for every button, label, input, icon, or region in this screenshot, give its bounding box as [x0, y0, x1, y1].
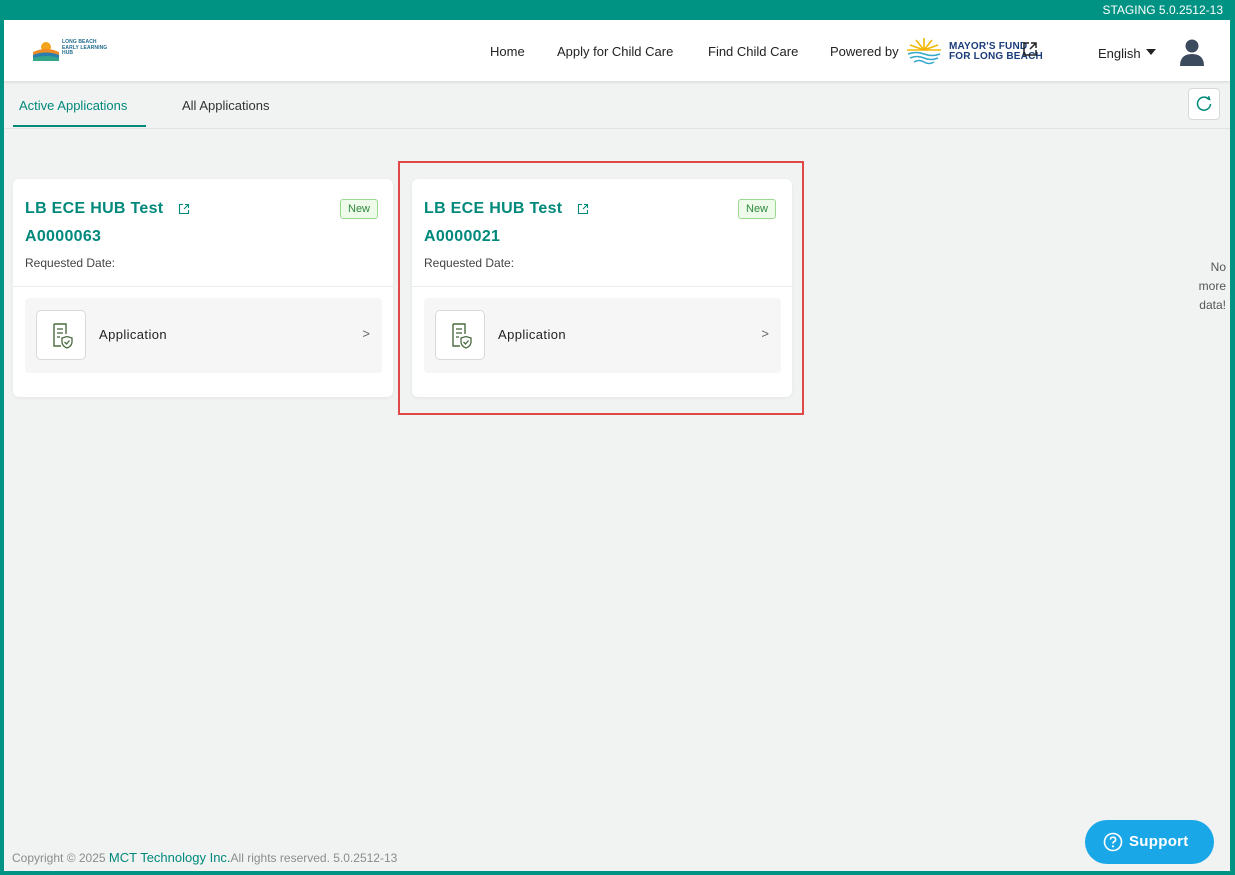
- card-title-link[interactable]: LB ECE HUB Test: [25, 200, 163, 218]
- application-id: A0000021: [424, 228, 501, 245]
- no-more-line-1: No: [1210, 260, 1226, 274]
- application-doc-icon: [36, 310, 86, 360]
- refresh-button[interactable]: [1188, 88, 1220, 120]
- requested-date-label: Requested Date:: [25, 256, 116, 270]
- no-more-line-3: data!: [1199, 298, 1226, 312]
- nav-home[interactable]: Home: [490, 44, 525, 59]
- card-divider: [412, 286, 792, 287]
- application-item-label: Application: [498, 327, 566, 342]
- powered-by-label: Powered by: [830, 44, 899, 59]
- caret-down-icon[interactable]: [1146, 49, 1156, 55]
- mayors-fund-logo-icon[interactable]: [906, 36, 942, 66]
- language-selector[interactable]: English: [1098, 46, 1141, 61]
- card-title-link[interactable]: LB ECE HUB Test: [424, 200, 562, 218]
- footer-suffix: All rights reserved. 5.0.2512-13: [230, 851, 398, 865]
- refresh-icon: [1196, 95, 1212, 111]
- active-tab-indicator: [13, 125, 146, 127]
- chevron-right-icon: >: [362, 326, 370, 341]
- application-item[interactable]: Application >: [424, 298, 781, 373]
- application-id: A0000063: [25, 228, 102, 245]
- logo-sun-icon: [33, 42, 59, 61]
- external-link-icon[interactable]: [577, 203, 589, 215]
- support-label: Support: [1129, 833, 1189, 850]
- logo-wordmark: LONG BEACH EARLY LEARNING HUB: [62, 39, 107, 57]
- status-badge: New: [340, 199, 379, 219]
- nav-apply-for-child-care[interactable]: Apply for Child Care: [557, 44, 673, 59]
- requested-date-label: Requested Date:: [424, 256, 515, 270]
- user-avatar-icon[interactable]: [1178, 38, 1206, 66]
- long-beach-hub-logo[interactable]: LONG BEACH EARLY LEARNING HUB: [31, 37, 121, 63]
- nav-find-child-care[interactable]: Find Child Care: [708, 44, 798, 59]
- application-card: LB ECE HUB Test New A0000063 Requested D…: [13, 179, 393, 397]
- help-circle-icon: [1103, 832, 1123, 852]
- logo-line-3: HUB: [62, 50, 74, 56]
- application-item-label: Application: [99, 327, 167, 342]
- app-window: LONG BEACH EARLY LEARNING HUB Home Apply…: [4, 20, 1230, 871]
- no-more-data-message: No more data!: [1176, 258, 1226, 315]
- external-link-icon[interactable]: [178, 203, 190, 215]
- application-doc-icon: [435, 310, 485, 360]
- card-divider: [13, 286, 393, 287]
- application-tabs: Active Applications All Applications: [4, 81, 1230, 129]
- tab-active-applications[interactable]: Active Applications: [19, 98, 127, 113]
- tab-all-applications[interactable]: All Applications: [182, 98, 269, 113]
- environment-badge: STAGING 5.0.2512-13: [1102, 3, 1223, 17]
- no-more-line-2: more: [1198, 279, 1226, 293]
- chevron-right-icon: >: [761, 326, 769, 341]
- footer-copyright: Copyright © 2025 MCT Technology Inc.All …: [12, 850, 397, 865]
- application-item[interactable]: Application >: [25, 298, 382, 373]
- support-button[interactable]: Support: [1085, 820, 1214, 864]
- top-navbar: LONG BEACH EARLY LEARNING HUB Home Apply…: [4, 20, 1230, 81]
- status-badge: New: [738, 199, 777, 219]
- footer-brand-link[interactable]: MCT Technology Inc.: [109, 850, 231, 865]
- application-card: LB ECE HUB Test New A0000021 Requested D…: [412, 179, 792, 397]
- external-link-icon[interactable]: [1022, 41, 1038, 57]
- footer-prefix: Copyright © 2025: [12, 851, 109, 865]
